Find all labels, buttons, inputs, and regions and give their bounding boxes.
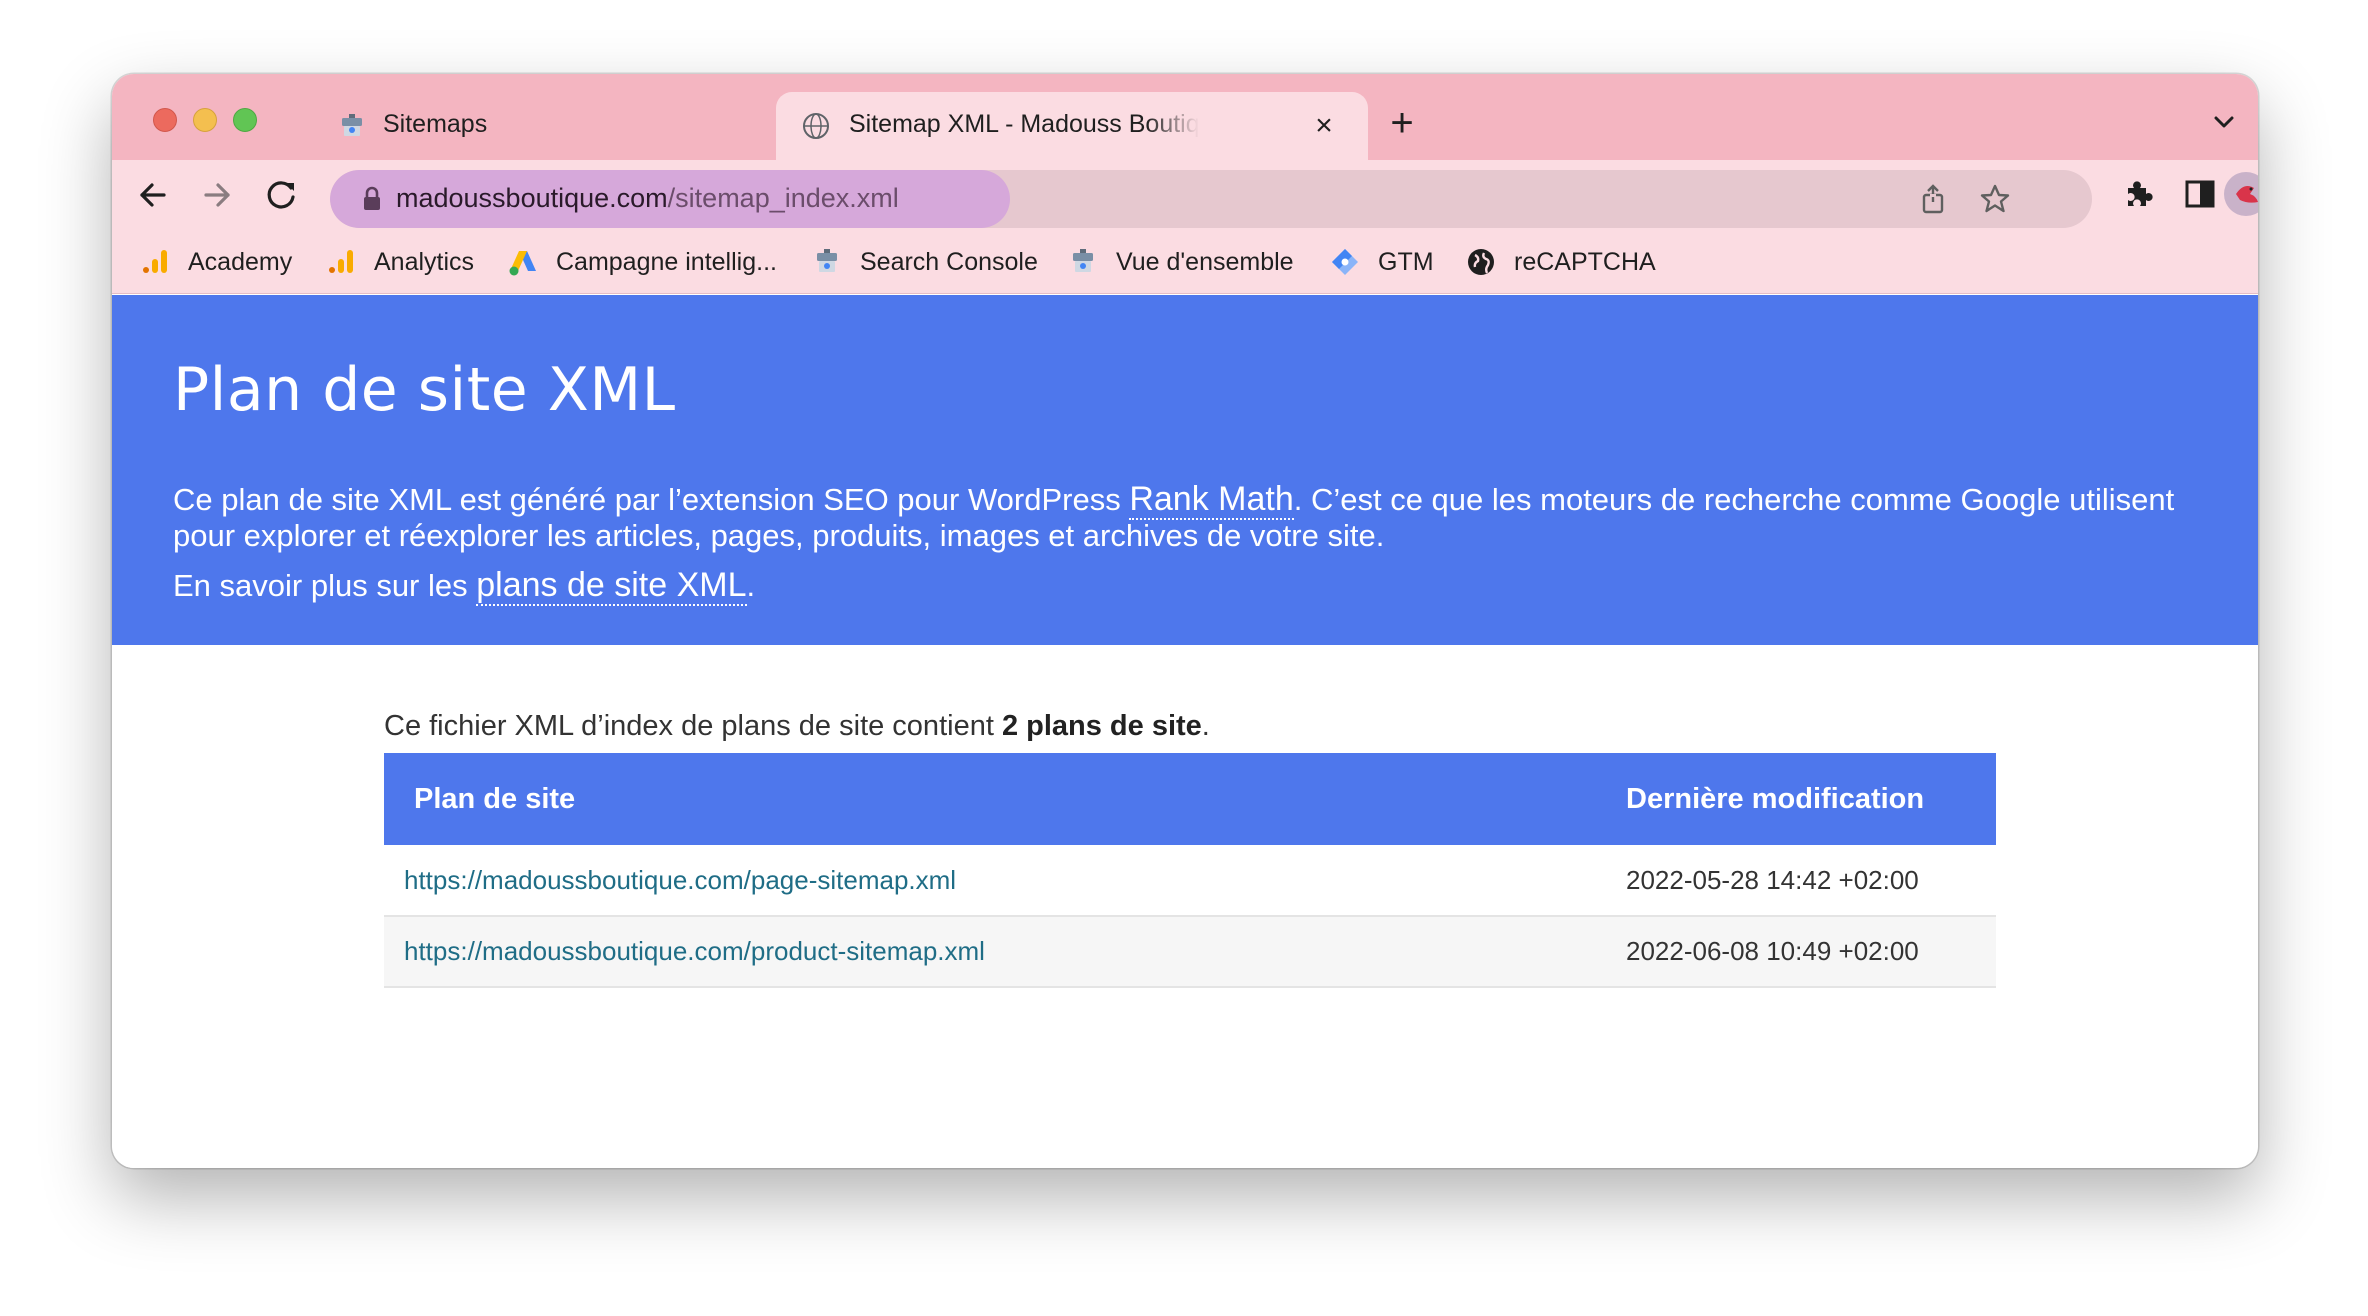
bookmarks-bar: Academy Analytics Campagne intellig... S… <box>112 230 2258 294</box>
column-header-lastmod: Dernière modification <box>1626 782 1925 815</box>
bookmark-label: GTM <box>1378 247 1434 276</box>
tab-strip: Sitemaps × Sitemap XML - Madouss Boutiqu… <box>112 74 2258 160</box>
bookmark-label: Search Console <box>860 247 1038 276</box>
bookmark-search-console[interactable]: Search Console <box>812 242 1038 282</box>
bookmark-gtm[interactable]: GTM <box>1330 242 1434 282</box>
table-header-row: Plan de site Dernière modification <box>384 753 1996 845</box>
bookmark-label: reCAPTCHA <box>1514 247 1656 276</box>
sitemap-loc-cell: https://madoussboutique.com/page-sitemap… <box>384 845 1626 916</box>
window-minimize-button[interactable] <box>193 108 217 132</box>
address-bar[interactable]: madoussboutique.com/sitemap_index.xml <box>330 170 2092 228</box>
bookmark-vue-ensemble[interactable]: Vue d'ensemble <box>1068 242 1294 282</box>
profile-bird-icon <box>2236 186 2258 203</box>
analytics-icon <box>329 250 353 273</box>
url-path: /sitemap_index.xml <box>667 183 899 213</box>
sitemap-link[interactable]: https://madoussboutique.com/product-site… <box>404 936 985 966</box>
sitemap-header: Plan de site XML Ce plan de site XML est… <box>112 295 2258 645</box>
search-console-icon <box>342 114 362 136</box>
side-panel-icon[interactable] <box>2182 176 2218 212</box>
page-title: Plan de site XML <box>173 355 676 425</box>
sitemap-loc-cell: https://madoussboutique.com/product-site… <box>384 916 1626 987</box>
learn-more-text: En savoir plus sur les plans de site XML… <box>173 566 756 606</box>
back-arrow-icon[interactable] <box>132 174 174 216</box>
count-suffix: . <box>1201 710 1210 742</box>
forward-arrow-icon[interactable] <box>196 174 238 216</box>
table-row: https://madoussboutique.com/page-sitemap… <box>384 845 1996 916</box>
bookmark-star-icon[interactable] <box>1978 182 2012 216</box>
xml-sitemaps-link[interactable]: plans de site XML <box>476 566 747 606</box>
extensions-puzzle-icon[interactable] <box>2120 176 2156 212</box>
window-maximize-button[interactable] <box>233 108 257 132</box>
count-prefix: Ce fichier XML d’index de plans de site … <box>384 710 1002 742</box>
tab-title: Sitemap XML - Madouss Boutique <box>849 110 1199 138</box>
sitemap-description: Ce plan de site XML est généré par l’ext… <box>173 480 2203 554</box>
learn-more-prefix: En savoir plus sur les <box>173 568 477 603</box>
google-ads-icon <box>509 251 536 276</box>
gtm-icon <box>1332 249 1358 275</box>
description-text: Ce plan de site XML est généré par l’ext… <box>173 482 1130 517</box>
new-tab-button[interactable]: + <box>1382 103 1422 144</box>
bookmark-label: Campagne intellig... <box>556 247 777 276</box>
tab-sitemap-xml[interactable]: Sitemap XML - Madouss Boutique × <box>776 92 1368 160</box>
url-text[interactable]: madoussboutique.com/sitemap_index.xml <box>396 183 899 214</box>
sitemap-count: 2 plans de site <box>1001 710 1202 742</box>
search-console-icon <box>817 249 837 272</box>
globe-icon <box>1468 249 1494 275</box>
bookmark-label: Vue d'ensemble <box>1116 247 1294 276</box>
bookmark-analytics[interactable]: Analytics <box>326 242 474 282</box>
url-host: madoussboutique.com <box>396 183 668 213</box>
sitemap-table: Plan de site Dernière modification https… <box>384 753 1996 988</box>
globe-icon <box>803 113 829 139</box>
column-header-sitemap: Plan de site <box>414 782 576 815</box>
lastmod-cell: 2022-06-08 10:49 +02:00 <box>1626 936 1919 966</box>
page-content: Plan de site XML Ce plan de site XML est… <box>112 295 2258 1168</box>
rank-math-link[interactable]: Rank Math <box>1129 480 1294 520</box>
sitemap-link[interactable]: https://madoussboutique.com/page-sitemap… <box>404 865 956 895</box>
reload-icon[interactable] <box>260 174 302 216</box>
profile-avatar[interactable] <box>2224 172 2258 216</box>
sitemap-count-text: Ce fichier XML d’index de plans de site … <box>384 710 1210 743</box>
tab-title: Sitemaps <box>383 110 488 138</box>
bookmark-academy[interactable]: Academy <box>140 242 292 282</box>
chevron-down-icon[interactable] <box>2208 108 2240 136</box>
browser-window: Sitemaps × Sitemap XML - Madouss Boutiqu… <box>112 74 2258 1168</box>
lock-icon[interactable] <box>360 186 384 212</box>
learn-more-suffix: . <box>746 568 756 603</box>
analytics-icon <box>143 250 167 273</box>
window-close-button[interactable] <box>153 108 177 132</box>
search-console-icon <box>1073 249 1093 272</box>
share-icon[interactable] <box>1916 182 1950 216</box>
close-tab-icon[interactable]: × <box>1310 111 1338 141</box>
lastmod-cell: 2022-05-28 14:42 +02:00 <box>1626 864 1919 895</box>
bookmark-label: Academy <box>188 247 293 276</box>
bookmark-campagne[interactable]: Campagne intellig... <box>508 242 777 282</box>
toolbar: madoussboutique.com/sitemap_index.xml <box>112 160 2258 230</box>
table-row: https://madoussboutique.com/product-site… <box>384 916 1996 987</box>
bookmark-recaptcha[interactable]: reCAPTCHA <box>1466 242 1656 282</box>
bookmark-label: Analytics <box>374 247 475 276</box>
